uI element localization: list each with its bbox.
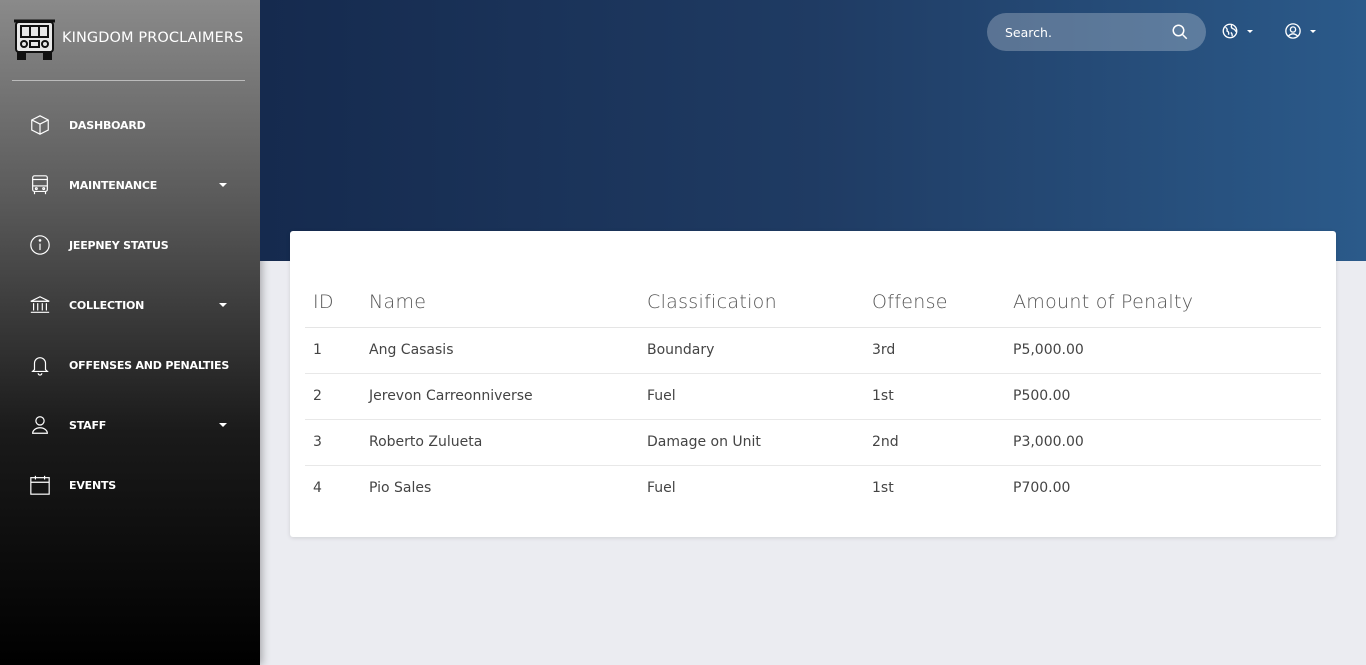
column-header-offense[interactable]: Offense bbox=[864, 277, 1005, 328]
bus-icon bbox=[27, 172, 53, 198]
table-row[interactable]: 2 Jerevon Carreonniverse Fuel 1st P500.0… bbox=[305, 373, 1321, 420]
search-bar[interactable] bbox=[987, 13, 1206, 51]
sidebar-item-collection[interactable]: COLLECTION bbox=[27, 290, 232, 320]
cell-classification: Fuel bbox=[639, 373, 864, 420]
sidebar-item-dashboard[interactable]: DASHBOARD bbox=[27, 110, 232, 140]
brand[interactable]: KINGDOM PROCLAIMERS bbox=[12, 16, 245, 81]
user-dropdown[interactable] bbox=[1284, 21, 1316, 41]
search-icon[interactable] bbox=[1171, 23, 1189, 41]
cell-offense: 1st bbox=[864, 373, 1005, 420]
chevron-down-icon bbox=[1310, 29, 1316, 33]
cell-id: 4 bbox=[313, 480, 322, 497]
cube-icon bbox=[27, 112, 53, 138]
cell-classification: Boundary bbox=[639, 327, 864, 374]
sidebar-item-events[interactable]: EVENTS bbox=[27, 470, 232, 500]
cell-classification: Damage on Unit bbox=[639, 419, 864, 466]
cell-offense: 3rd bbox=[864, 327, 1005, 374]
sidebar: KINGDOM PROCLAIMERS DASHBOARD MAINTENANC… bbox=[0, 0, 260, 665]
brand-name: KINGDOM PROCLAIMERS bbox=[62, 30, 244, 46]
cell-amount: P5,000.00 bbox=[1005, 327, 1321, 374]
table-row[interactable]: 3 Roberto Zulueta Damage on Unit 2nd P3,… bbox=[305, 419, 1321, 466]
table-row[interactable]: 1 Ang Casasis Boundary 3rd P5,000.00 bbox=[305, 327, 1321, 374]
cell-amount: P3,000.00 bbox=[1005, 419, 1321, 466]
column-header-classification[interactable]: Classification bbox=[639, 277, 864, 328]
sidebar-item-staff[interactable]: STAFF bbox=[27, 410, 232, 440]
sidebar-item-jeepney-status[interactable]: JEEPNEY STATUS bbox=[27, 230, 232, 260]
sidebar-item-label: COLLECTION bbox=[69, 298, 145, 312]
chevron-down-icon bbox=[1247, 29, 1253, 33]
column-header-amount[interactable]: Amount of Penalty bbox=[1005, 277, 1321, 328]
cell-amount: P700.00 bbox=[1013, 480, 1071, 497]
cell-amount: P500.00 bbox=[1005, 373, 1321, 420]
column-header-name[interactable]: Name bbox=[361, 277, 639, 328]
column-header-id[interactable]: ID bbox=[305, 277, 361, 328]
language-dropdown[interactable] bbox=[1221, 21, 1253, 41]
table-row[interactable]: 4 Pio Sales Fuel 1st P700.00 bbox=[305, 465, 1321, 511]
cell-name: Jerevon Carreonniverse bbox=[361, 373, 639, 420]
search-input[interactable] bbox=[1005, 24, 1165, 40]
sidebar-item-offenses-and-penalties[interactable]: OFFENSES AND PENALTIES bbox=[27, 350, 232, 380]
bank-icon bbox=[27, 292, 53, 318]
sidebar-item-label: STAFF bbox=[69, 418, 107, 432]
chevron-down-icon[interactable] bbox=[219, 423, 227, 427]
chevron-down-icon[interactable] bbox=[219, 303, 227, 307]
penalties-card: ID Name Classification Offense Amount of… bbox=[290, 231, 1336, 537]
cell-name: Ang Casasis bbox=[361, 327, 639, 374]
cell-offense: 1st bbox=[872, 480, 894, 497]
user-icon bbox=[27, 412, 53, 438]
sidebar-item-label: JEEPNEY STATUS bbox=[69, 238, 169, 252]
jeepney-icon bbox=[14, 19, 55, 60]
calendar-icon bbox=[27, 472, 53, 498]
bell-icon bbox=[27, 352, 53, 378]
cell-offense: 2nd bbox=[864, 419, 1005, 466]
sidebar-item-label: OFFENSES AND PENALTIES bbox=[69, 358, 230, 372]
chevron-down-icon[interactable] bbox=[219, 183, 227, 187]
sidebar-item-maintenance[interactable]: MAINTENANCE bbox=[27, 170, 232, 200]
cell-classification: Fuel bbox=[647, 480, 676, 497]
sidebar-item-label: EVENTS bbox=[69, 478, 116, 492]
penalties-table: ID Name Classification Offense Amount of… bbox=[305, 277, 1321, 511]
cell-id: 3 bbox=[305, 419, 361, 466]
sidebar-item-label: DASHBOARD bbox=[69, 118, 146, 132]
sidebar-item-label: MAINTENANCE bbox=[69, 178, 158, 192]
cell-name: Roberto Zulueta bbox=[361, 419, 639, 466]
cell-id: 1 bbox=[305, 327, 361, 374]
cell-name: Pio Sales bbox=[369, 480, 432, 497]
cell-id: 2 bbox=[305, 373, 361, 420]
table-header-row: ID Name Classification Offense Amount of… bbox=[305, 277, 1321, 328]
info-icon bbox=[27, 232, 53, 258]
globe-icon bbox=[1222, 23, 1238, 39]
user-circle-icon bbox=[1285, 23, 1301, 39]
